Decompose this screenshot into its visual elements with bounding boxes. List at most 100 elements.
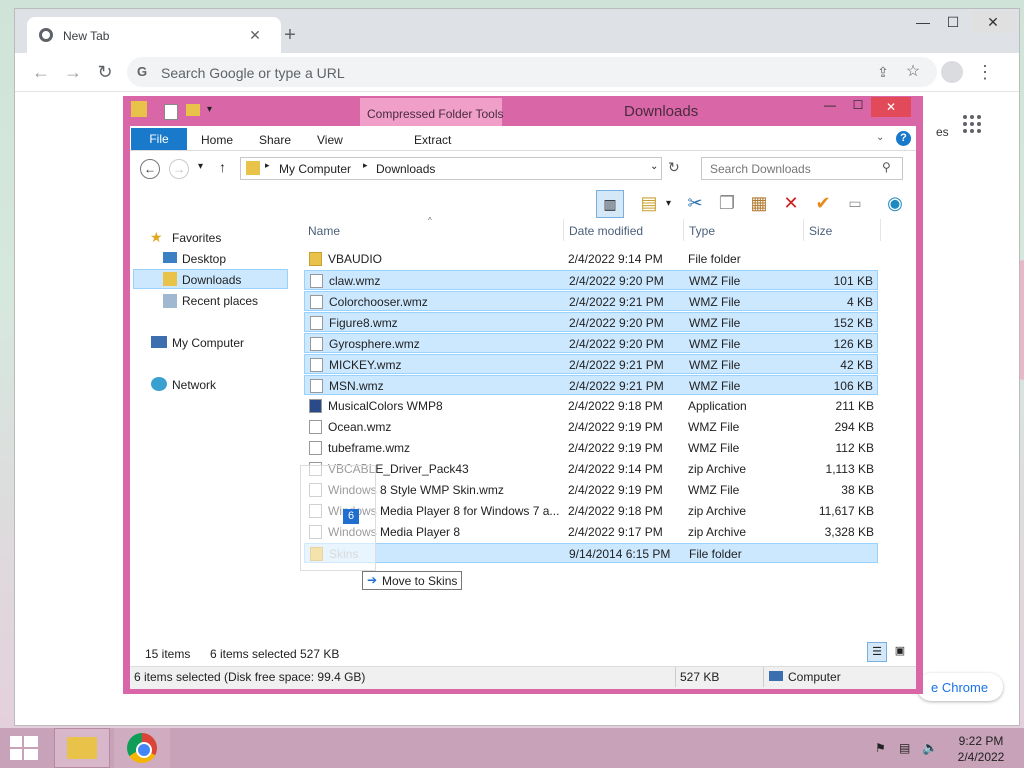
details-view-icon[interactable]: ☰ [867, 642, 887, 662]
tab-extract[interactable]: Extract [414, 133, 451, 147]
file-row[interactable]: Colorchooser.wmz 2/4/2022 9:21 PM WMZ File… [304, 291, 878, 311]
file-type: zip Archive [688, 504, 747, 518]
file-size: 4 KB [846, 295, 873, 309]
tab-home[interactable]: Home [201, 133, 233, 147]
minimize-button[interactable]: — [911, 11, 935, 33]
paste-icon[interactable]: ▦ [746, 190, 772, 216]
file-type: WMZ File [688, 420, 740, 434]
start-windows-icon[interactable] [10, 736, 38, 760]
tab-view[interactable]: View [317, 133, 343, 147]
column-divider[interactable] [803, 219, 804, 241]
up-button[interactable]: ↑ [219, 159, 226, 175]
recent-places-icon [163, 294, 177, 308]
network-icon [151, 377, 167, 391]
file-icon [309, 441, 322, 455]
help-icon[interactable]: ? [896, 131, 911, 146]
menu-kebab-icon[interactable]: ⋮ [973, 60, 997, 84]
column-header-name[interactable]: Name [308, 224, 340, 238]
ntp-partial-link[interactable]: es [936, 125, 949, 139]
file-row[interactable]: Gyrosphere.wmz 2/4/2022 9:20 PM WMZ File 12… [304, 333, 878, 353]
taskbar-clock[interactable]: 9:22 PM 2/4/2022 [946, 733, 1016, 765]
new-tab-button[interactable]: + [279, 25, 301, 47]
explorer-minimize-button[interactable]: — [820, 98, 840, 116]
details-bar-size: 527 KB [680, 670, 720, 684]
file-row[interactable]: Windows Media Player 8 for Windows 7 a..… [304, 501, 878, 521]
refresh-icon[interactable]: ↻ [668, 159, 680, 176]
copy-icon[interactable]: ❐ [714, 190, 740, 216]
file-row[interactable]: claw.wmz 2/4/2022 9:20 PM WMZ File 101 KB [304, 270, 878, 290]
maximize-button[interactable]: ☐ [941, 11, 965, 33]
file-row[interactable]: tubeframe.wmz 2/4/2022 9:19 PM WMZ File 112… [304, 438, 878, 458]
file-type: WMZ File [688, 483, 740, 497]
google-apps-icon[interactable] [963, 115, 983, 135]
address-dropdown-icon[interactable]: ⌄ [650, 161, 658, 172]
cut-icon[interactable]: ✂ [682, 190, 708, 216]
file-row[interactable]: Windows Media Player 8 2/4/2022 9:17 PM zi… [304, 522, 878, 542]
file-row[interactable]: Ocean.wmz 2/4/2022 9:19 PM WMZ File 294 KB [304, 417, 878, 437]
ribbon-expand-icon[interactable]: ⌄ [876, 132, 884, 143]
preview-pane-icon[interactable]: ▥ [596, 190, 624, 218]
large-icons-view-icon[interactable]: ▣ [890, 642, 910, 662]
breadcrumb-my-computer[interactable]: My Computer [279, 162, 351, 176]
properties-icon[interactable] [164, 104, 178, 120]
action-center-flag-icon[interactable]: ⚑ [875, 741, 886, 755]
bookmark-star-icon[interactable]: ☆ [901, 60, 925, 84]
reload-icon[interactable]: ↻ [93, 60, 117, 84]
tab-share[interactable]: Share [259, 133, 291, 147]
globe-icon[interactable]: ◉ [882, 190, 908, 216]
back-button[interactable]: ← [140, 159, 160, 179]
explorer-close-button[interactable]: ✕ [871, 97, 911, 117]
taskbar-file-explorer[interactable] [54, 728, 110, 768]
forward-icon[interactable]: → [61, 60, 85, 84]
file-row[interactable]: Figure8.wmz 2/4/2022 9:20 PM WMZ File 152 K… [304, 312, 878, 332]
recent-locations-icon[interactable]: ▾ [198, 161, 203, 172]
column-divider[interactable] [880, 219, 881, 241]
explorer-maximize-button[interactable]: ☐ [848, 98, 868, 116]
share-icon[interactable]: ⇪ [871, 60, 895, 84]
taskbar-chrome[interactable] [114, 728, 170, 768]
file-date: 2/4/2022 9:19 PM [568, 441, 663, 455]
file-row[interactable]: Skins9/14/2014 6:15 PMFile folder [304, 543, 878, 563]
google-icon: G [137, 64, 148, 79]
tab-file[interactable]: File [131, 128, 187, 150]
breadcrumb-downloads[interactable]: Downloads [376, 162, 435, 176]
close-tab-icon[interactable]: ✕ [245, 25, 265, 45]
delete-icon[interactable]: ✕ [778, 190, 804, 216]
file-row[interactable]: Windows 8 Style WMP Skin.wmz 2/4/2022 9:1… [304, 480, 878, 500]
drag-tooltip: ➔ Move to Skins [362, 571, 462, 590]
file-size: 152 KB [833, 316, 873, 330]
file-row[interactable]: VBCABLE_Driver_Pack43 2/4/2022 9:14 PM zip… [304, 459, 878, 479]
file-type: WMZ File [689, 379, 741, 393]
file-row[interactable]: MusicalColors WMP8 2/4/2022 9:18 PM Applic… [304, 396, 878, 416]
column-header-date[interactable]: Date modified [569, 224, 643, 238]
nav-favorites[interactable]: Favorites [172, 228, 327, 248]
file-date: 2/4/2022 9:20 PM [569, 316, 664, 330]
desktop-icon [163, 252, 177, 263]
details-divider [763, 667, 764, 687]
file-size: 101 KB [833, 274, 873, 288]
column-divider[interactable] [683, 219, 684, 241]
volume-icon[interactable]: 🔈 [922, 740, 938, 756]
forward-button[interactable]: → [169, 159, 189, 179]
file-row[interactable]: MSN.wmz 2/4/2022 9:21 PM WMZ File 106 KB [304, 375, 878, 395]
network-tray-icon[interactable]: ▤ [899, 741, 910, 755]
column-header-size[interactable]: Size [809, 224, 832, 238]
file-row[interactable]: VBAUDIO 2/4/2022 9:14 PM File folder [304, 249, 878, 269]
file-row[interactable]: MICKEY.wmz 2/4/2022 9:21 PM WMZ File 42 KB [304, 354, 878, 374]
customize-chrome-button[interactable]: e Chrome [917, 673, 1003, 701]
options-dropdown-icon[interactable]: ▾ [666, 198, 671, 209]
new-folder-icon[interactable] [186, 104, 200, 116]
file-name: Figure8.wmz [329, 316, 398, 330]
column-header-type[interactable]: Type [689, 224, 715, 238]
file-date: 2/4/2022 9:18 PM [568, 399, 663, 413]
back-icon[interactable]: ← [29, 60, 53, 84]
qat-dropdown-icon[interactable]: ▾ [207, 104, 212, 115]
search-icon[interactable]: ⚲ [882, 160, 891, 174]
folder-options-icon[interactable]: ▤ [636, 190, 662, 216]
rename-check-icon[interactable]: ✔ [810, 190, 836, 216]
column-divider[interactable] [563, 219, 564, 241]
properties-card-icon[interactable]: ▭ [842, 190, 868, 216]
close-window-button[interactable]: ✕ [971, 11, 1015, 33]
profile-avatar[interactable] [941, 61, 963, 83]
window-title: Downloads [624, 103, 699, 120]
